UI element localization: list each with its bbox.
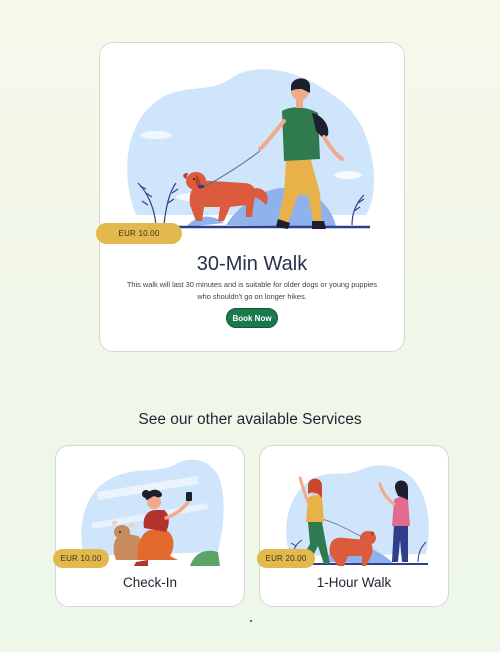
service-card-check-in[interactable]: EUR 10.00 Check-In: [53, 445, 245, 607]
price-text: EUR 10.00: [118, 229, 160, 238]
book-now-button[interactable]: Book Now: [226, 308, 278, 328]
price-text: EUR 20.00: [265, 554, 307, 563]
service-description-line: This walk will last 30 minutes and is su…: [126, 280, 378, 289]
service-title: 30-Min Walk: [196, 253, 308, 275]
service-description-line: who shouldn't go on longer hikes.: [197, 292, 307, 301]
price-badge: EUR 10.00: [53, 549, 109, 568]
price-badge: EUR 10.00: [96, 223, 182, 244]
service-title: 1-Hour Walk: [316, 575, 392, 590]
price-text: EUR 10.00: [60, 554, 102, 563]
price-badge: EUR 20.00: [257, 549, 315, 568]
scroll-indicator-dot: [250, 620, 252, 622]
section-heading: See our other available Services: [138, 411, 362, 428]
service-description: This walk will last 30 minutes and is su…: [114, 279, 390, 303]
service-card-1-hour-walk[interactable]: EUR 20.00 1-Hour Walk: [257, 445, 449, 607]
man-walking-dog-illustration: [126, 65, 378, 231]
service-title: Check-In: [122, 575, 178, 590]
featured-service-card[interactable]: EUR 10.00 30-Min Walk This walk will las…: [96, 42, 405, 352]
